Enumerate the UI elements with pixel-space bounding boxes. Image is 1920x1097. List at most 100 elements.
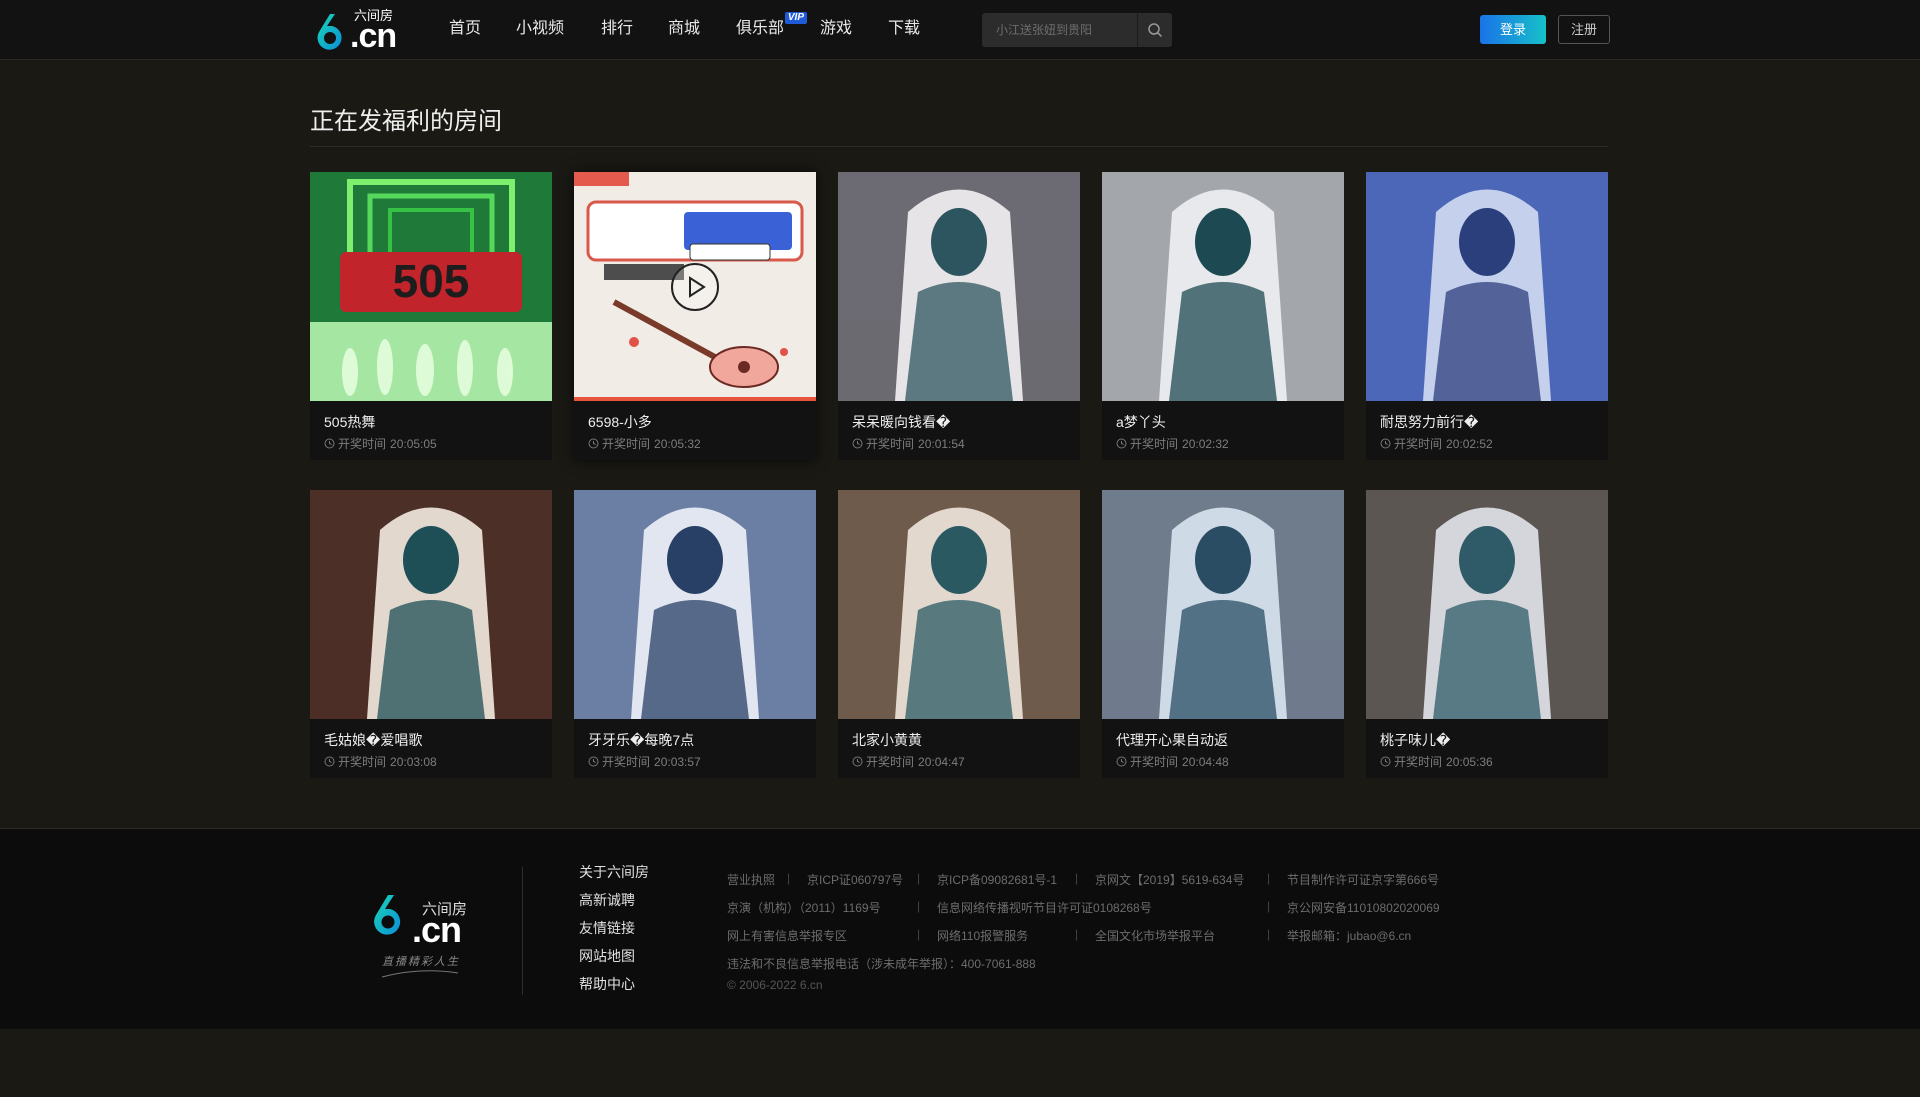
room-name[interactable]: 代理开心果自动返 (1116, 730, 1330, 750)
footer-separator: | (917, 871, 921, 885)
play-icon[interactable] (670, 262, 720, 312)
draw-time: 开奖时间 20:01:54 (852, 435, 965, 452)
footer-separator: | (1267, 899, 1271, 913)
room-thumbnail[interactable] (310, 490, 552, 719)
nav-item-club[interactable]: 俱乐部 VIP (736, 0, 820, 60)
footer-link-friend-links[interactable]: 友情链接 (579, 919, 649, 947)
search-input[interactable] (982, 13, 1137, 47)
draw-time-value: 20:02:52 (1446, 436, 1493, 451)
room-name[interactable]: 6598-小多 (588, 412, 802, 432)
draw-time: 开奖时间 20:05:05 (324, 435, 437, 452)
footer-logo: 六间房 .cn 直播精彩人生 (370, 895, 480, 985)
footer-link-help-center[interactable]: 帮助中心 (579, 975, 649, 1003)
room-thumbnail[interactable] (1366, 490, 1608, 719)
room-card[interactable]: 牙牙乐�每晚7点 开奖时间 20:03:57 (574, 490, 816, 778)
draw-time-prefix: 开奖时间 (1130, 755, 1179, 769)
room-thumbnail[interactable] (1102, 172, 1344, 401)
footer-info-item[interactable]: 营业执照 (727, 871, 775, 888)
nav-item-label: 商城 (668, 20, 701, 37)
draw-time: 开奖时间 20:04:48 (1116, 753, 1229, 770)
room-card[interactable]: 北家小黄黄开奖时间 20:04:47 (838, 490, 1080, 778)
draw-time-value: 20:02:32 (1182, 436, 1229, 451)
footer-info-item[interactable]: 全国文化市场举报平台 (1095, 927, 1215, 944)
nav-item-label: 排行 (601, 20, 634, 37)
login-button[interactable]: 登录 (1480, 15, 1546, 44)
room-name[interactable]: 牙牙乐�每晚7点 (588, 730, 802, 750)
room-card[interactable]: 505 505热舞开奖时间 20:05:05 (310, 172, 552, 460)
vip-badge: VIP (784, 12, 807, 24)
nav-item-shop[interactable]: 商城 (668, 0, 736, 60)
draw-time-value: 20:05:36 (1446, 754, 1493, 769)
nav-item-download[interactable]: 下载 (888, 0, 948, 60)
draw-time: 开奖时间 20:04:47 (852, 753, 965, 770)
room-name[interactable]: 北家小黄黄 (852, 730, 1066, 750)
footer-info-item[interactable]: 节目制作许可证京字第666号 (1287, 871, 1439, 888)
nav-item-home[interactable]: 首页 (449, 0, 516, 60)
room-thumbnail[interactable]: 505 (310, 172, 552, 401)
room-name[interactable]: 桃子味儿� (1380, 730, 1594, 750)
footer-info-item[interactable]: 违法和不良信息举报电话（涉未成年举报）：400-7061-888 (727, 955, 1036, 972)
svg-text:505: 505 (393, 255, 470, 307)
room-card[interactable]: 代理开心果自动返 开奖时间 20:04:48 (1102, 490, 1344, 778)
footer-info-item[interactable]: 举报邮箱：jubao@6.cn (1287, 927, 1411, 944)
footer-link-careers[interactable]: 高新诚聘 (579, 891, 649, 919)
draw-time-value: 20:04:48 (1182, 754, 1229, 769)
room-name[interactable]: 呆呆暖向钱看� (852, 412, 1066, 432)
thumbnail-image (838, 490, 1080, 719)
main-nav: 首页 小视频 排行 商城 俱乐部 VIP 游戏 下载 (449, 0, 948, 60)
room-thumbnail[interactable] (838, 172, 1080, 401)
nav-item-label: 首页 (449, 20, 482, 37)
draw-time-prefix: 开奖时间 (602, 437, 651, 451)
footer-info-item[interactable]: 京网文【2019】5619-634号 (1095, 871, 1244, 888)
room-thumbnail[interactable] (574, 490, 816, 719)
room-name[interactable]: 耐思努力前行� (1380, 412, 1594, 432)
draw-time-value: 20:03:57 (654, 754, 701, 769)
room-thumbnail[interactable] (574, 172, 816, 401)
footer-logo-cn: .cn (412, 909, 462, 950)
draw-time-prefix: 开奖时间 (866, 755, 915, 769)
room-thumbnail[interactable] (1366, 172, 1608, 401)
footer-info-item[interactable]: 京ICP备09082681号-1 (937, 871, 1057, 888)
footer-info-item[interactable]: 京ICP证060797号 (807, 871, 903, 888)
room-card[interactable]: 桃子味儿� 开奖时间 20:05:36 (1366, 490, 1608, 778)
room-thumbnail[interactable] (1102, 490, 1344, 719)
room-card[interactable]: 呆呆暖向钱看� 开奖时间 20:01:54 (838, 172, 1080, 460)
nav-item-label: 下载 (888, 20, 921, 37)
room-card[interactable]: 6598-小多 开奖时间 20:05:32 (574, 172, 816, 460)
room-name[interactable]: a梦丫头 (1116, 412, 1330, 432)
search-button[interactable] (1137, 13, 1172, 47)
nav-item-label: 游戏 (820, 20, 853, 37)
nav-item-games[interactable]: 游戏 (820, 0, 888, 60)
room-card[interactable]: 耐思努力前行� 开奖时间 20:02:52 (1366, 172, 1608, 460)
footer-links: 关于六间房 高新诚聘 友情链接 网站地图 帮助中心 (579, 863, 649, 1003)
clock-icon (852, 438, 863, 449)
clock-icon (1380, 438, 1391, 449)
footer-info-item[interactable]: 网上有害信息举报专区 (727, 927, 847, 944)
register-button[interactable]: 注册 (1558, 15, 1610, 44)
footer-slogan: 直播精彩人生 (382, 955, 460, 968)
nav-item-short-video[interactable]: 小视频 (516, 0, 601, 60)
clock-icon (324, 756, 335, 767)
nav-item-ranking[interactable]: 排行 (601, 0, 668, 60)
room-name[interactable]: 505热舞 (324, 412, 538, 432)
room-card[interactable]: a梦丫头 开奖时间 20:02:32 (1102, 172, 1344, 460)
footer-info-item[interactable]: 网络110报警服务 (937, 927, 1028, 944)
draw-time: 开奖时间 20:05:36 (1380, 753, 1493, 770)
search-box (982, 13, 1172, 47)
draw-time-value: 20:04:47 (918, 754, 965, 769)
footer-separator: | (1075, 927, 1079, 941)
draw-time: 开奖时间 20:03:08 (324, 753, 437, 770)
footer-info-item[interactable]: 信息网络传播视听节目许可证0108268号 (937, 899, 1152, 916)
site-logo[interactable]: 六间房 .cn (310, 8, 400, 53)
room-name[interactable]: 毛姑娘�爱唱歌 (324, 730, 538, 750)
room-thumbnail[interactable] (838, 490, 1080, 719)
footer-separator: | (1267, 871, 1271, 885)
footer-info-item[interactable]: 京演（机构）（2011）1169号 (727, 899, 881, 916)
footer-info-item[interactable]: 京公网安备11010802020069 (1287, 899, 1440, 916)
draw-time: 开奖时间 20:03:57 (588, 753, 701, 770)
draw-time-value: 20:03:08 (390, 754, 437, 769)
room-card[interactable]: 毛姑娘�爱唱歌 开奖时间 20:03:08 (310, 490, 552, 778)
footer-link-sitemap[interactable]: 网站地图 (579, 947, 649, 975)
footer-link-about[interactable]: 关于六间房 (579, 863, 649, 891)
thumbnail-image (838, 172, 1080, 401)
